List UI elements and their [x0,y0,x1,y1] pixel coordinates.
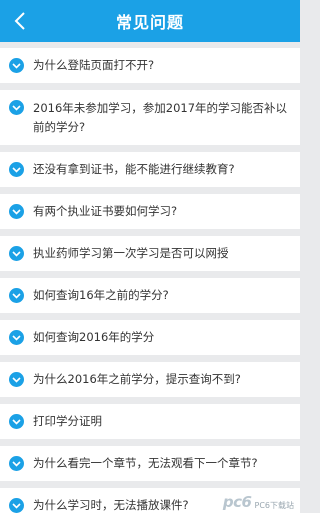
page-title: 常见问题 [115,13,184,32]
chevron-down-icon [9,58,24,73]
faq-item[interactable]: 2016年未参加学习，参加2017年的学习能否补以前的学分? [0,90,300,145]
faq-item[interactable]: 如何查询2016年的学分 [0,320,300,355]
chevron-down-icon [9,288,24,303]
faq-question: 有两个执业证书要如何学习? [33,204,178,218]
faq-question: 如何查询16年之前的学分? [33,288,169,302]
faq-item[interactable]: 执业药师学习第一次学习是否可以网授 [0,236,300,271]
watermark: pc6 PC6下载站 [223,493,294,511]
faq-question: 为什么2016年之前学分，提示查询不到? [33,372,241,386]
chevron-down-icon [9,246,24,261]
faq-item[interactable]: 如何查询16年之前的学分? [0,278,300,313]
chevron-down-icon [9,162,24,177]
faq-item[interactable]: 有两个执业证书要如何学习? [0,194,300,229]
app-header: 常见问题 [0,0,300,42]
faq-question: 为什么登陆页面打不开? [33,58,155,72]
faq-item[interactable]: 为什么登陆页面打不开? [0,48,300,83]
faq-question: 打印学分证明 [33,414,102,428]
back-button[interactable] [0,0,40,42]
watermark-logo: pc6 [222,493,252,511]
faq-question: 2016年未参加学习，参加2017年的学习能否补以前的学分? [33,101,288,134]
faq-question: 如何查询2016年的学分 [33,330,155,344]
chevron-down-icon [9,372,24,387]
faq-question: 还没有拿到证书，能不能进行继续教育? [33,162,235,176]
chevron-down-icon [9,414,24,429]
faq-item[interactable]: 打印学分证明 [0,404,300,439]
chevron-down-icon [9,456,24,471]
faq-question: 为什么学习时，无法播放课件? [33,498,189,512]
faq-item[interactable]: 为什么2016年之前学分，提示查询不到? [0,362,300,397]
chevron-down-icon [9,204,24,219]
watermark-text: PC6下载站 [254,501,295,510]
chevron-left-icon [14,12,25,30]
faq-list: 为什么登陆页面打不开? 2016年未参加学习，参加2017年的学习能否补以前的学… [0,48,300,513]
faq-question: 执业药师学习第一次学习是否可以网授 [33,246,229,260]
faq-item[interactable]: 为什么看完一个章节，无法观看下一个章节? [0,446,300,481]
faq-item[interactable]: 还没有拿到证书，能不能进行继续教育? [0,152,300,187]
faq-question: 为什么看完一个章节，无法观看下一个章节? [33,456,258,470]
chevron-down-icon [9,100,24,115]
chevron-down-icon [9,330,24,345]
chevron-down-icon [9,498,24,513]
